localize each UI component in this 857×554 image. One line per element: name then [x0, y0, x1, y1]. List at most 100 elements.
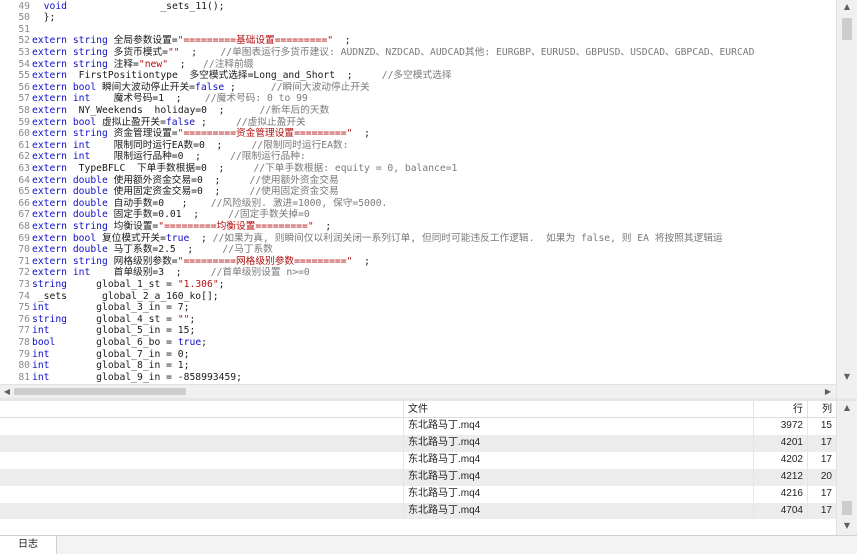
line-number: 73 — [18, 278, 30, 290]
code-line[interactable]: 68 extern string 均衡设置="=========均衡设置=====… — [0, 221, 836, 233]
line-number: 65 — [18, 186, 30, 198]
code-line[interactable]: 66 extern double 自动手数=0 ; //风险级别. 激进=1000… — [0, 198, 836, 210]
code-line[interactable]: 54 extern string 注释="new" ; //注释前缀 — [0, 59, 836, 71]
code-line[interactable]: 75 int global_3_in = 7; — [0, 302, 836, 314]
result-row[interactable]: 东北路马丁.mq4 3972 15 — [0, 418, 836, 435]
code-keyword: true — [177, 336, 202, 348]
result-row[interactable]: 东北路马丁.mq4 4212 20 — [0, 468, 836, 486]
line-number: 75 — [18, 302, 30, 314]
scroll-thumb[interactable] — [14, 388, 186, 395]
code-keyword: extern string — [32, 35, 108, 47]
line-number: 78 — [18, 336, 30, 348]
code-line[interactable]: 57 extern int 魔术号码=1 ; //魔术号码: 0 to 99 — [0, 93, 836, 105]
scroll-down-icon[interactable]: ▼ — [837, 519, 857, 533]
column-header-line[interactable]: 行 — [753, 401, 807, 418]
code-keyword: extern bool — [32, 81, 97, 93]
editor-vertical-scrollbar[interactable]: ▲ ▼ — [836, 0, 857, 398]
code-line[interactable]: 79 int global_7_in = 0; — [0, 349, 836, 361]
code-token: TypeBFLC 下单手数根据=0 ; — [67, 162, 254, 174]
code-line[interactable]: 50 }; — [0, 12, 836, 24]
scroll-left-icon[interactable]: ◀ — [1, 385, 13, 398]
code-token: 瞬间大波动停止开关= — [96, 81, 196, 93]
code-line[interactable]: 63 extern TypeBFLC 下单手数根据=0 ; //下单手数根据: e… — [0, 163, 836, 175]
scroll-up-icon[interactable]: ▲ — [837, 401, 857, 415]
code-line[interactable]: 65 extern double 使用固定资金交易=0 ; //使用固定资金交易 — [0, 186, 836, 198]
code-token: ; — [313, 220, 332, 232]
scroll-up-icon[interactable]: ▲ — [837, 0, 857, 14]
code-text: string global_4_st = ""; — [32, 314, 195, 325]
code-keyword: extern double — [32, 244, 108, 256]
code-line[interactable]: 64 extern double 使用额外资金交易=0 ; //使用额外资金交易 — [0, 175, 836, 187]
code-line[interactable]: 60 extern string 资金管理设置="=========资金管理设置=… — [0, 128, 836, 140]
code-string: "=========均衡设置=========" — [158, 220, 314, 232]
code-line[interactable]: 81 int global_9_in = -858993459; — [0, 372, 836, 384]
code-text: extern string 均衡设置="=========均衡设置=======… — [32, 221, 331, 232]
code-line[interactable]: 67 extern double 固定手数=0.01 ; //固定手数关掉=0 — [0, 209, 836, 221]
code-line[interactable]: 77 int global_5_in = 15; — [0, 325, 836, 337]
code-keyword: bool — [32, 336, 56, 348]
code-keyword: extern double — [32, 174, 108, 186]
result-row[interactable]: 东北路马丁.mq4 4201 17 — [0, 434, 836, 452]
code-line[interactable]: 70 extern double 马丁系数=2.5 ; //马丁系数 — [0, 244, 836, 256]
code-line[interactable]: 74 _sets global_2_a_160_ko[]; — [0, 291, 836, 303]
code-text: int global_3_in = 7; — [32, 302, 189, 313]
code-keyword: extern string — [32, 46, 108, 58]
result-row[interactable]: 东北路马丁.mq4 4202 17 — [0, 451, 836, 469]
code-token: 使用额外资金交易=0 ; — [107, 174, 250, 186]
scroll-right-icon[interactable]: ▶ — [822, 385, 834, 398]
editor-horizontal-scrollbar[interactable]: ◀ ▶ — [0, 384, 836, 398]
scroll-thumb[interactable] — [842, 18, 852, 40]
code-line[interactable]: 72 extern int 首单级别=3 ; //首单级别设置 n>=0 — [0, 267, 836, 279]
scroll-thumb[interactable] — [842, 501, 852, 515]
code-text: int global_8_in = 1; — [32, 360, 189, 371]
results-header: 文件 行 列 — [0, 401, 836, 418]
code-lines[interactable]: 49 void _sets_11(); 50 }; 51 52 extern strin… — [0, 0, 836, 384]
code-line[interactable]: 58 extern NY_Weekends holiday=0 ; //新年后的天… — [0, 105, 836, 117]
code-keyword: int — [32, 371, 50, 383]
code-keyword: extern bool — [32, 116, 97, 128]
code-line[interactable]: 78 bool global_6_bo = true; — [0, 337, 836, 349]
code-keyword: extern double — [32, 197, 108, 209]
code-token: 全局参数设置= — [107, 35, 178, 47]
code-token: ; — [168, 58, 204, 70]
code-line[interactable]: 62 extern int 限制运行品种=0 ; //限制运行品种: — [0, 151, 836, 163]
code-text: extern double 固定手数=0.01 ; //固定手数关掉=0 — [32, 209, 310, 220]
code-line[interactable]: 56 extern bool 瞬间大波动停止开关=false ; //瞬间大波动停… — [0, 82, 836, 94]
column-header-file[interactable]: 文件 — [403, 401, 753, 418]
code-line[interactable]: 55 extern FirstPositiontype 多空模式选择=Long_a… — [0, 70, 836, 82]
code-line[interactable]: 69 extern bool 复位模式开关=true ; //如果为真, 则瞬间仅… — [0, 233, 836, 245]
code-line[interactable]: 51 — [0, 24, 836, 36]
results-vertical-scrollbar[interactable]: ▲ ▼ — [836, 401, 857, 535]
result-row[interactable]: 东北路马丁.mq4 4704 17 — [0, 502, 836, 520]
code-line[interactable]: 76 string global_4_st = ""; — [0, 314, 836, 326]
code-line[interactable]: 61 extern int 限制同时运行EA数=0 ; //限制同时运行EA数: — [0, 140, 836, 152]
line-number: 59 — [18, 116, 30, 128]
line-number: 71 — [18, 255, 30, 267]
code-line[interactable]: 80 int global_8_in = 1; — [0, 360, 836, 372]
code-keyword: true — [165, 232, 190, 244]
result-row[interactable]: 东北路马丁.mq4 4216 17 — [0, 485, 836, 503]
code-comment: //下单手数根据: equity = 0, balance=1 — [253, 162, 458, 174]
code-text: extern int 首单级别=3 ; //首单级别设置 n>=0 — [32, 267, 310, 278]
line-number: 63 — [18, 162, 30, 174]
column-header-col[interactable]: 列 — [807, 401, 836, 418]
result-line: 4216 — [753, 485, 807, 503]
result-col: 17 — [807, 451, 836, 469]
code-line[interactable]: 52 extern string 全局参数设置="=========基础设置===… — [0, 35, 836, 47]
code-line[interactable]: 73 string global_1_st = "1.306"; — [0, 279, 836, 291]
code-string: "=========资金管理设置=========" — [177, 128, 353, 140]
code-line[interactable]: 53 extern string 多货币模式="" ; //单图表运行多货币建议:… — [0, 47, 836, 59]
code-token: _sets global_2_a_160_ko[]; — [32, 290, 219, 302]
code-token: 马丁系数=2.5 ; — [107, 244, 223, 256]
code-line[interactable]: 71 extern string 网格级别参数="=========网格级别参数=… — [0, 256, 836, 268]
result-col: 17 — [807, 434, 836, 452]
code-token: 多货币模式= — [107, 46, 168, 58]
code-line[interactable]: 49 void _sets_11(); — [0, 1, 836, 13]
code-editor[interactable]: 49 void _sets_11(); 50 }; 51 52 extern strin… — [0, 0, 857, 398]
scroll-down-icon[interactable]: ▼ — [837, 370, 857, 384]
code-token: _sets_11(); — [67, 0, 225, 12]
code-text: extern bool 虚拟止盈开关=false ; //虚拟止盈开关 — [32, 117, 306, 128]
tab-log[interactable]: 日志 — [0, 536, 57, 554]
code-line[interactable]: 59 extern bool 虚拟止盈开关=false ; //虚拟止盈开关 — [0, 117, 836, 129]
code-comment: //马丁系数 — [222, 244, 273, 256]
